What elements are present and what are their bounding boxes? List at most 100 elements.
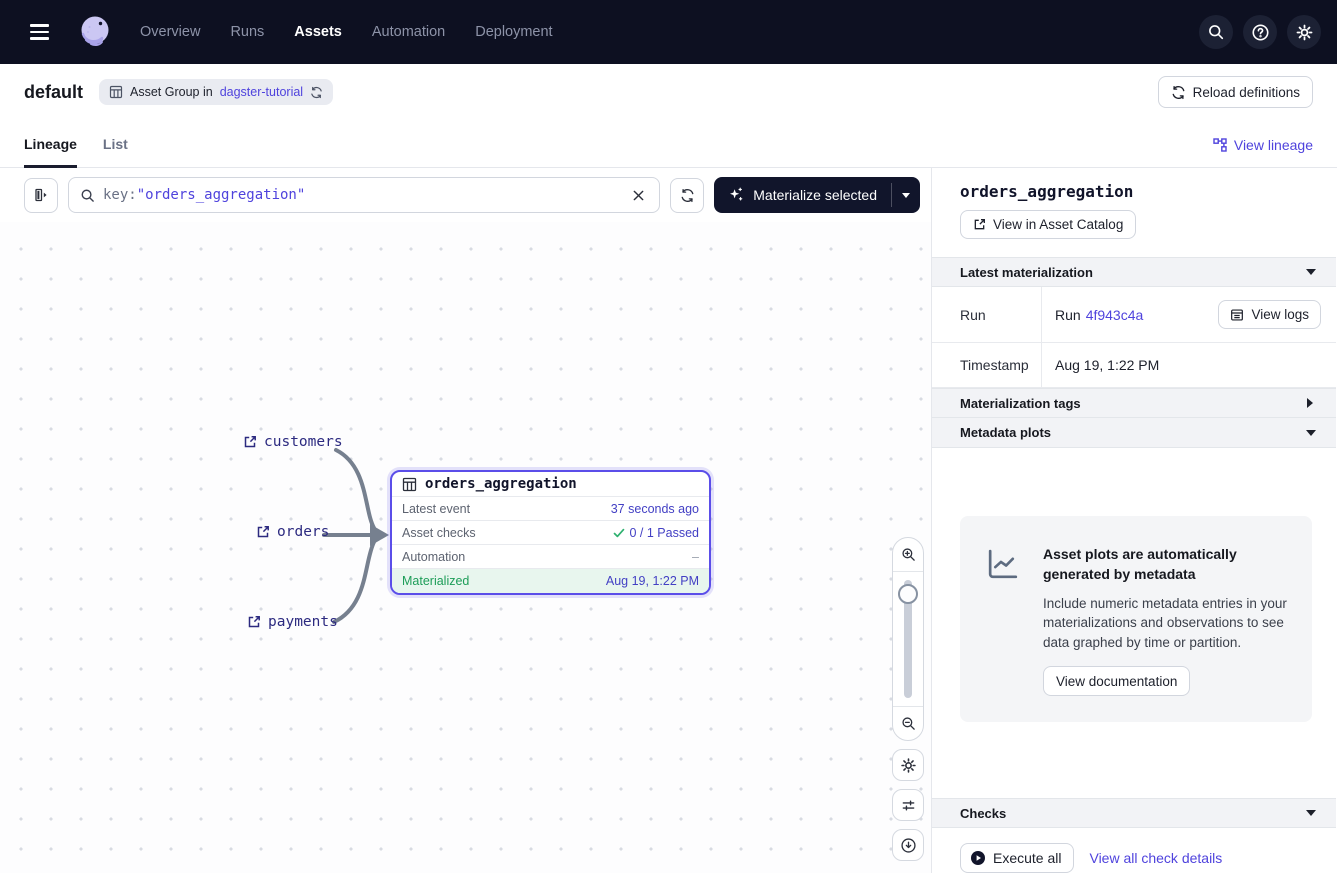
timestamp-row: Timestamp Aug 19, 1:22 PM [932,343,1336,388]
external-link-icon [973,218,986,231]
upstream-asset-payments[interactable]: payments [247,614,338,630]
asset-node-orders-aggregation[interactable]: orders_aggregation Latest event 37 secon… [390,470,711,595]
external-link-icon [256,525,270,539]
gear-icon[interactable] [1287,15,1321,49]
chevron-right-icon [1307,398,1318,408]
zoom-out-icon[interactable] [893,706,923,740]
section-materialization-tags[interactable]: Materialization tags [932,388,1336,418]
page-title: default [24,82,83,103]
section-heading: Checks [960,806,1006,821]
reload-definitions-button[interactable]: Reload definitions [1158,76,1313,108]
asset-node-title: orders_aggregation [425,476,577,492]
node-row-label: Latest event [402,502,470,516]
hamburger-icon[interactable] [22,14,58,50]
sparkle-icon [728,187,744,203]
materialize-selected-label: Materialize selected [753,187,877,203]
node-row-asset-checks: Asset checks 0 / 1 Passed [392,521,709,545]
graph-filters-icon[interactable] [892,789,924,821]
zoom-slider[interactable] [893,572,923,706]
execute-all-button[interactable]: Execute all [960,843,1074,873]
help-icon[interactable] [1243,15,1277,49]
lineage-canvas[interactable]: customers orders payments [0,222,931,873]
recenter-graph-icon[interactable] [892,829,924,861]
upstream-asset-label: customers [264,434,343,450]
chevron-down-icon [1306,810,1316,821]
view-lineage-link[interactable]: View lineage [1213,137,1313,167]
repo-link[interactable]: dagster-tutorial [220,85,303,99]
nav-item-runs[interactable]: Runs [230,24,264,40]
refresh-badge-icon[interactable] [310,86,323,99]
reload-definitions-label: Reload definitions [1193,85,1300,100]
node-row-label: Automation [402,550,465,564]
nav-item-overview[interactable]: Overview [140,24,200,40]
search-query-prefix: key: [103,187,137,203]
play-circle-icon [970,850,986,866]
metadata-plots-body: Asset plots are automatically generated … [932,448,1336,722]
external-link-icon [243,435,257,449]
plots-card-body: Include numeric metadata entries in your… [1043,594,1292,653]
toggle-side-panel-button[interactable] [24,178,58,213]
metadata-plots-card: Asset plots are automatically generated … [960,516,1312,722]
chart-line-icon [984,546,1021,696]
search-icon[interactable] [1199,15,1233,49]
run-row: Run Run 4f943c4a View logs [932,287,1336,343]
clear-search-icon[interactable] [623,180,653,210]
plots-card-title: Asset plots are automatically generated … [1043,544,1292,585]
node-row-value: 37 seconds ago [611,502,699,516]
caret-down-icon [902,193,910,202]
run-id-link[interactable]: 4f943c4a [1086,307,1144,323]
zoom-control [892,537,924,741]
asset-detail-sidebar: orders_aggregation View in Asset Catalog… [932,168,1336,873]
view-documentation-button[interactable]: View documentation [1043,666,1190,696]
tab-lineage[interactable]: Lineage [24,136,77,168]
node-row-materialized: Materialized Aug 19, 1:22 PM [392,569,709,593]
view-logs-label: View logs [1251,307,1309,322]
upstream-asset-label: payments [268,614,338,630]
node-row-label: Asset checks [402,526,476,540]
chevron-down-icon [1306,269,1316,280]
zoom-in-icon[interactable] [893,538,923,572]
asset-search-input[interactable]: key:"orders_aggregation" [68,177,660,213]
nav-item-assets[interactable]: Assets [294,24,342,40]
run-value-prefix: Run [1055,307,1081,323]
view-logs-button[interactable]: View logs [1218,300,1321,329]
sidebar-asset-title: orders_aggregation [960,182,1308,201]
view-in-asset-catalog-button[interactable]: View in Asset Catalog [960,210,1136,239]
graph-toolbar: key:"orders_aggregation" Materialize sel… [0,168,931,222]
check-icon [613,527,625,539]
external-link-icon [247,615,261,629]
graph-settings-gear-icon[interactable] [892,749,924,781]
node-row-value: Aug 19, 1:22 PM [606,574,699,588]
upstream-asset-orders[interactable]: orders [256,524,329,540]
tab-list[interactable]: List [103,136,128,168]
view-logs-icon [1230,308,1244,322]
badge-text: Asset Group in [130,85,213,99]
top-nav: Overview Runs Assets Automation Deployme… [0,0,1337,64]
view-lineage-icon [1213,138,1227,152]
zoom-slider-knob[interactable] [898,584,918,604]
materialize-options-dropdown[interactable] [892,177,920,213]
page-header: default Asset Group in dagster-tutorial … [0,64,1337,120]
section-heading: Metadata plots [960,425,1051,440]
timestamp-value: Aug 19, 1:22 PM [1042,357,1336,373]
nav-item-deployment[interactable]: Deployment [475,24,552,40]
section-metadata-plots[interactable]: Metadata plots [932,418,1336,448]
node-row-label: Materialized [402,574,469,588]
timestamp-row-label: Timestamp [932,343,1042,387]
node-row-value: – [692,550,699,564]
section-checks[interactable]: Checks [932,798,1336,828]
upstream-asset-customers[interactable]: customers [243,434,343,450]
node-row-automation: Automation – [392,545,709,569]
node-row-latest-event: Latest event 37 seconds ago [392,497,709,521]
nav-item-automation[interactable]: Automation [372,24,445,40]
asset-group-grid-icon [109,85,123,99]
view-all-check-details-link[interactable]: View all check details [1089,850,1222,866]
section-latest-materialization[interactable]: Latest materialization [932,257,1336,287]
asset-group-badge: Asset Group in dagster-tutorial [99,79,333,105]
materialize-selected-button[interactable]: Materialize selected [714,177,891,213]
reload-icon [1171,85,1186,100]
dagster-logo[interactable] [76,13,114,51]
search-input-icon [80,188,95,203]
run-row-label: Run [932,287,1042,342]
refresh-graph-button[interactable] [670,178,704,213]
